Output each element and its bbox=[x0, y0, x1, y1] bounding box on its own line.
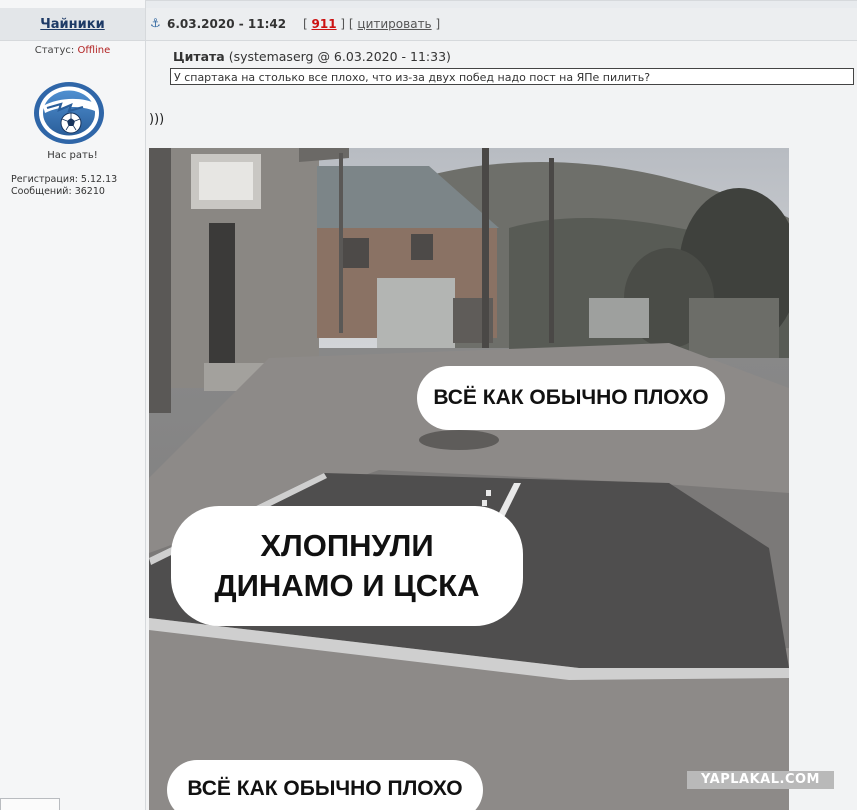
avatar[interactable] bbox=[31, 80, 107, 146]
username-link[interactable]: Чайники bbox=[0, 17, 145, 32]
user-sidebar: Чайники Статус: Offline Нас рать! Регист… bbox=[0, 0, 146, 810]
user-status: Статус: Offline bbox=[0, 45, 145, 56]
quote-link[interactable]: цитировать bbox=[357, 17, 431, 31]
meme-caption-middle-line2: ДИНАМО И ЦСКА bbox=[214, 568, 480, 603]
quote-text: У спартака на столько все плохо, что из-… bbox=[170, 68, 854, 85]
quote-label: Цитата bbox=[173, 49, 225, 64]
anchor-icon[interactable]: ⚓ bbox=[150, 16, 161, 30]
user-header: Чайники bbox=[0, 8, 145, 41]
bracket: [ bbox=[303, 17, 308, 31]
bracket: ] [ bbox=[340, 17, 354, 31]
meme-caption-middle: ХЛОПНУЛИ ДИНАМО И ЦСКА bbox=[171, 506, 523, 626]
user-tagline: Нас рать! bbox=[47, 150, 98, 161]
post-text: ))) bbox=[149, 112, 165, 127]
registration-date: Регистрация: 5.12.13 bbox=[11, 174, 118, 185]
quote-source: (systemaserg @ 6.03.2020 - 11:33) bbox=[228, 49, 451, 64]
status-value: Offline bbox=[77, 45, 111, 56]
site-watermark: YAPLAKAL.COM bbox=[687, 771, 834, 789]
meme-caption-top: ВСЁ КАК ОБЫЧНО ПЛОХО bbox=[417, 366, 725, 430]
meme-image[interactable]: ВСЁ КАК ОБЫЧНО ПЛОХО ХЛОПНУЛИ ДИНАМО И Ц… bbox=[149, 148, 789, 810]
post-date: 6.03.2020 - 11:42 bbox=[167, 17, 287, 31]
status-label: Статус: bbox=[34, 45, 75, 56]
bracket: ] bbox=[435, 17, 441, 31]
street-photo bbox=[149, 148, 789, 810]
post-rating-link[interactable]: 911 bbox=[312, 17, 337, 31]
post-tools: [ 911 ] [ цитировать ] bbox=[303, 17, 440, 31]
user-meta: Регистрация: 5.12.13 Сообщений: 36210 bbox=[11, 174, 117, 198]
quote-header: Цитата (systemaserg @ 6.03.2020 - 11:33) bbox=[173, 49, 451, 64]
post-header: ⚓ 6.03.2020 - 11:42 [ 911 ] [ цитировать… bbox=[146, 8, 857, 41]
zenit-logo-icon bbox=[34, 82, 104, 144]
meme-caption-middle-line1: ХЛОПНУЛИ bbox=[260, 528, 434, 563]
bottom-tab-stub[interactable] bbox=[0, 798, 60, 810]
message-count: Сообщений: 36210 bbox=[11, 186, 105, 197]
meme-caption-bottom: ВСЁ КАК ОБЫЧНО ПЛОХО bbox=[167, 760, 483, 810]
